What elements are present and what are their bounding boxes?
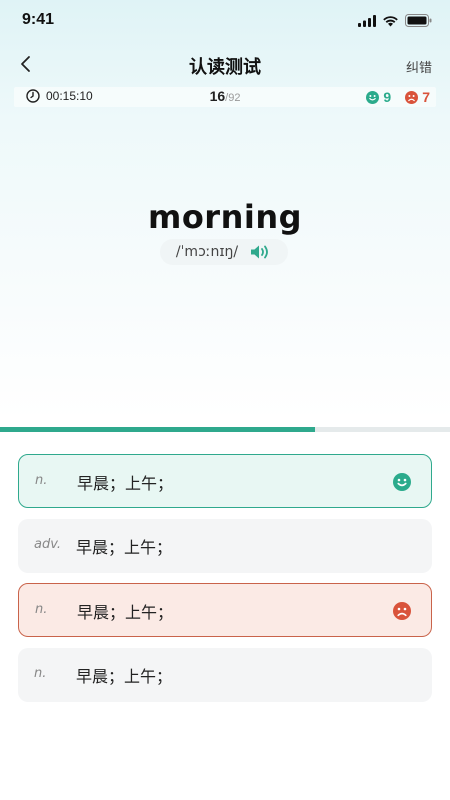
option-meaning: 早晨；上午； [77,603,174,622]
question-total: /92 [225,92,241,104]
sad-icon [405,90,419,104]
sad-icon [393,602,411,620]
nav-bar: 认读测试 纠错 [0,44,450,84]
option-pos: n. [34,666,47,681]
test-info-bar: 00:15:10 16/92 9 7 [14,87,436,107]
option-pos: adv. [34,537,61,552]
wrong-score: 7 [405,89,430,105]
option-meaning: 早晨；上午； [77,474,174,493]
wrong-count: 7 [422,89,430,105]
correct-score: 9 [366,89,391,105]
signal-icon [358,14,376,27]
option-1[interactable]: n. 早晨；上午； [18,454,432,508]
correct-count: 9 [383,89,392,105]
smile-icon [366,90,380,104]
option-meaning: 早晨；上午； [76,667,173,686]
report-error-button[interactable]: 纠错 [406,57,432,76]
status-bar: 9:41 [0,0,450,44]
option-meaning: 早晨；上午； [76,538,173,557]
speaker-icon [251,245,269,259]
option-4[interactable]: n. 早晨；上午； [18,648,432,702]
option-3[interactable]: n. 早晨；上午； [18,583,432,637]
status-time: 9:41 [22,11,55,28]
option-pos: n. [35,473,48,488]
status-icons [358,14,432,27]
phonetic-pill: /ˈmɔːnɪŋ/ [160,239,288,265]
smile-icon [393,473,411,491]
question-current: 16 [209,88,226,104]
option-pos: n. [35,602,48,617]
battery-icon [405,14,432,27]
phonetic-text: /ˈmɔːnɪŋ/ [175,244,239,260]
test-word: morning [147,198,303,236]
progress-bar [0,427,450,432]
pronounce-button[interactable] [250,244,272,260]
progress-bar-fill [0,427,315,432]
score-summary: 9 7 [366,89,430,105]
wifi-icon [383,15,398,26]
page-title: 认读测试 [189,57,261,78]
option-2[interactable]: adv. 早晨；上午； [18,519,432,573]
